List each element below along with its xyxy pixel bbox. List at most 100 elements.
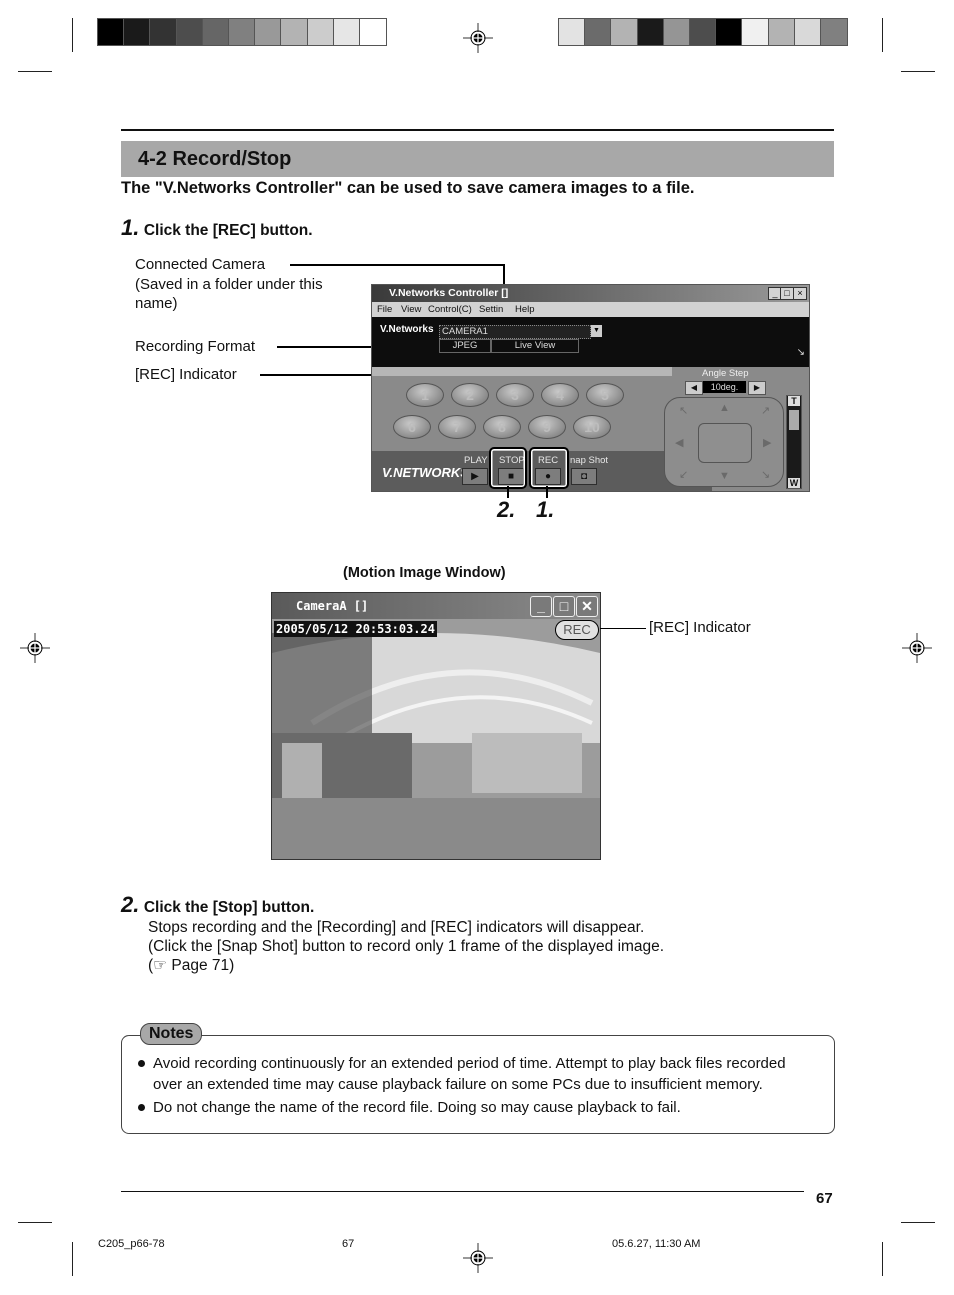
angle-left-button[interactable]: ◀ [685, 381, 703, 395]
note-line: over an extended time may cause playback… [153, 1076, 763, 1093]
arrow-right-icon[interactable]: ▶ [763, 436, 771, 449]
top-rule [121, 129, 834, 131]
crop-mark [901, 1222, 935, 1223]
arrow-up-right-icon[interactable]: ↗ [761, 404, 770, 417]
menu-file[interactable]: File [377, 304, 392, 315]
controller-header: V.Networks CAMERA1 ▼ JPEG Live View ↘ [372, 317, 809, 367]
arrow-down-right-icon[interactable]: ↘ [761, 468, 770, 481]
minimize-button[interactable]: _ [530, 596, 552, 617]
chevron-down-icon[interactable]: ▼ [591, 325, 602, 337]
play-button[interactable]: ▶ [462, 468, 488, 485]
preset-button-9[interactable]: 9 [528, 415, 566, 439]
slug-file-name: C205_p66-78 [98, 1238, 165, 1250]
marker-rec: 1. [536, 497, 555, 522]
close-button[interactable]: × [793, 287, 807, 300]
crop-mark [18, 71, 52, 72]
play-label: PLAY [464, 455, 488, 466]
controller-window: V.Networks Controller [] _ □ × File View… [371, 284, 810, 492]
preset-button-1[interactable]: 1 [406, 383, 444, 407]
shade-swatch [794, 19, 821, 45]
rec-indicator-badge: REC [555, 620, 599, 640]
callout-text: name) [135, 295, 178, 312]
controller-titlebar: V.Networks Controller [] _ □ × [372, 285, 809, 302]
slug-timestamp: 05.6.27, 11:30 AM [612, 1238, 701, 1250]
shade-swatch [716, 19, 743, 45]
zoom-slider[interactable]: T W [786, 395, 802, 489]
page-reference-link[interactable]: (☞ Page 71) [148, 956, 664, 975]
menu-settings[interactable]: Settin [479, 304, 503, 315]
step-title: Click the [Stop] button. [143, 899, 315, 916]
callout-rec-indicator-motion: [REC] Indicator [649, 619, 751, 636]
registration-mark-icon [463, 1243, 493, 1273]
callout-text: (Saved in a folder under this [135, 275, 323, 293]
page-number: 67 [816, 1190, 833, 1207]
preset-button-4[interactable]: 4 [541, 383, 579, 407]
slug-page: 67 [342, 1238, 355, 1250]
ptz-pad: ↖ ▲ ↗ ◀ ▶ ↙ ▼ ↘ [664, 397, 784, 487]
shade-swatch [820, 19, 848, 45]
crop-mark [882, 1242, 883, 1276]
controller-title: V.Networks Controller [] [389, 287, 509, 299]
calibration-bar-right [558, 18, 849, 46]
shade-swatch [689, 19, 717, 45]
maximize-button[interactable]: □ [553, 596, 575, 617]
step-number: 1. [121, 215, 140, 240]
menu-help[interactable]: Help [515, 304, 535, 315]
mode-field: Live View [491, 339, 579, 353]
shade-swatch [663, 19, 690, 45]
close-button[interactable]: ✕ [576, 596, 598, 617]
step-title: Click the [REC] button. [143, 222, 313, 239]
arrow-up-icon[interactable]: ▲ [719, 402, 730, 414]
arrow-left-icon[interactable]: ◀ [675, 436, 683, 449]
angle-right-button[interactable]: ▶ [748, 381, 766, 395]
status-strip [372, 367, 672, 376]
zoom-thumb[interactable] [789, 410, 799, 430]
step-2-body: Stops recording and the [Recording] and … [148, 918, 664, 975]
section-header: 4-2 Record/Stop [121, 141, 834, 177]
shade-swatch [559, 19, 586, 45]
preset-button-5[interactable]: 5 [586, 383, 624, 407]
preset-button-2[interactable]: 2 [451, 383, 489, 407]
bullet-icon [138, 1104, 145, 1111]
camera-select[interactable]: CAMERA1 ▼ [439, 325, 602, 339]
shade-swatch [359, 19, 387, 45]
preset-button-10[interactable]: 10 [573, 415, 611, 439]
section-title: 4-2 Record/Stop [138, 148, 292, 170]
callout-rec-indicator: [REC] Indicator [135, 366, 237, 383]
shade-swatch [333, 19, 360, 45]
arrow-down-left-icon[interactable]: ↙ [679, 468, 688, 481]
registration-mark-icon [902, 633, 932, 663]
preset-button-3[interactable]: 3 [496, 383, 534, 407]
shade-swatch [307, 19, 334, 45]
shade-swatch [281, 19, 308, 45]
crop-mark [901, 71, 935, 72]
angle-step-value: 10deg. [703, 381, 746, 393]
motion-window-titlebar: CameraA [] _ □ ✕ [272, 593, 600, 619]
zoom-wide-label: W [788, 478, 800, 488]
notes-label: Notes [140, 1023, 203, 1045]
shade-swatch [124, 19, 151, 45]
arrow-up-left-icon[interactable]: ↖ [679, 404, 688, 417]
shade-swatch [585, 19, 612, 45]
maximize-button[interactable]: □ [780, 287, 794, 300]
preset-button-7[interactable]: 7 [438, 415, 476, 439]
motion-window-title: CameraA [] [296, 599, 369, 613]
menu-control[interactable]: Control(C) [428, 304, 472, 315]
arrow-down-icon[interactable]: ▼ [719, 470, 730, 482]
resize-icon[interactable]: ↘ [797, 347, 805, 358]
registration-mark-icon [20, 633, 50, 663]
shade-swatch [742, 19, 769, 45]
bullet-icon [138, 1060, 145, 1067]
crop-mark [18, 1222, 52, 1223]
preset-button-6[interactable]: 6 [393, 415, 431, 439]
zoom-tele-label: T [788, 396, 800, 406]
preset-button-8[interactable]: 8 [483, 415, 521, 439]
ptz-center[interactable] [698, 423, 752, 463]
leader-line [600, 628, 646, 629]
step-number: 2. [121, 892, 140, 917]
snapshot-label: nap Shot [570, 455, 609, 466]
angle-step-label: Angle Step [702, 368, 749, 379]
marker-stop: 2. [497, 497, 516, 522]
menu-view[interactable]: View [401, 304, 421, 315]
snapshot-button[interactable]: ◘ [571, 468, 597, 485]
